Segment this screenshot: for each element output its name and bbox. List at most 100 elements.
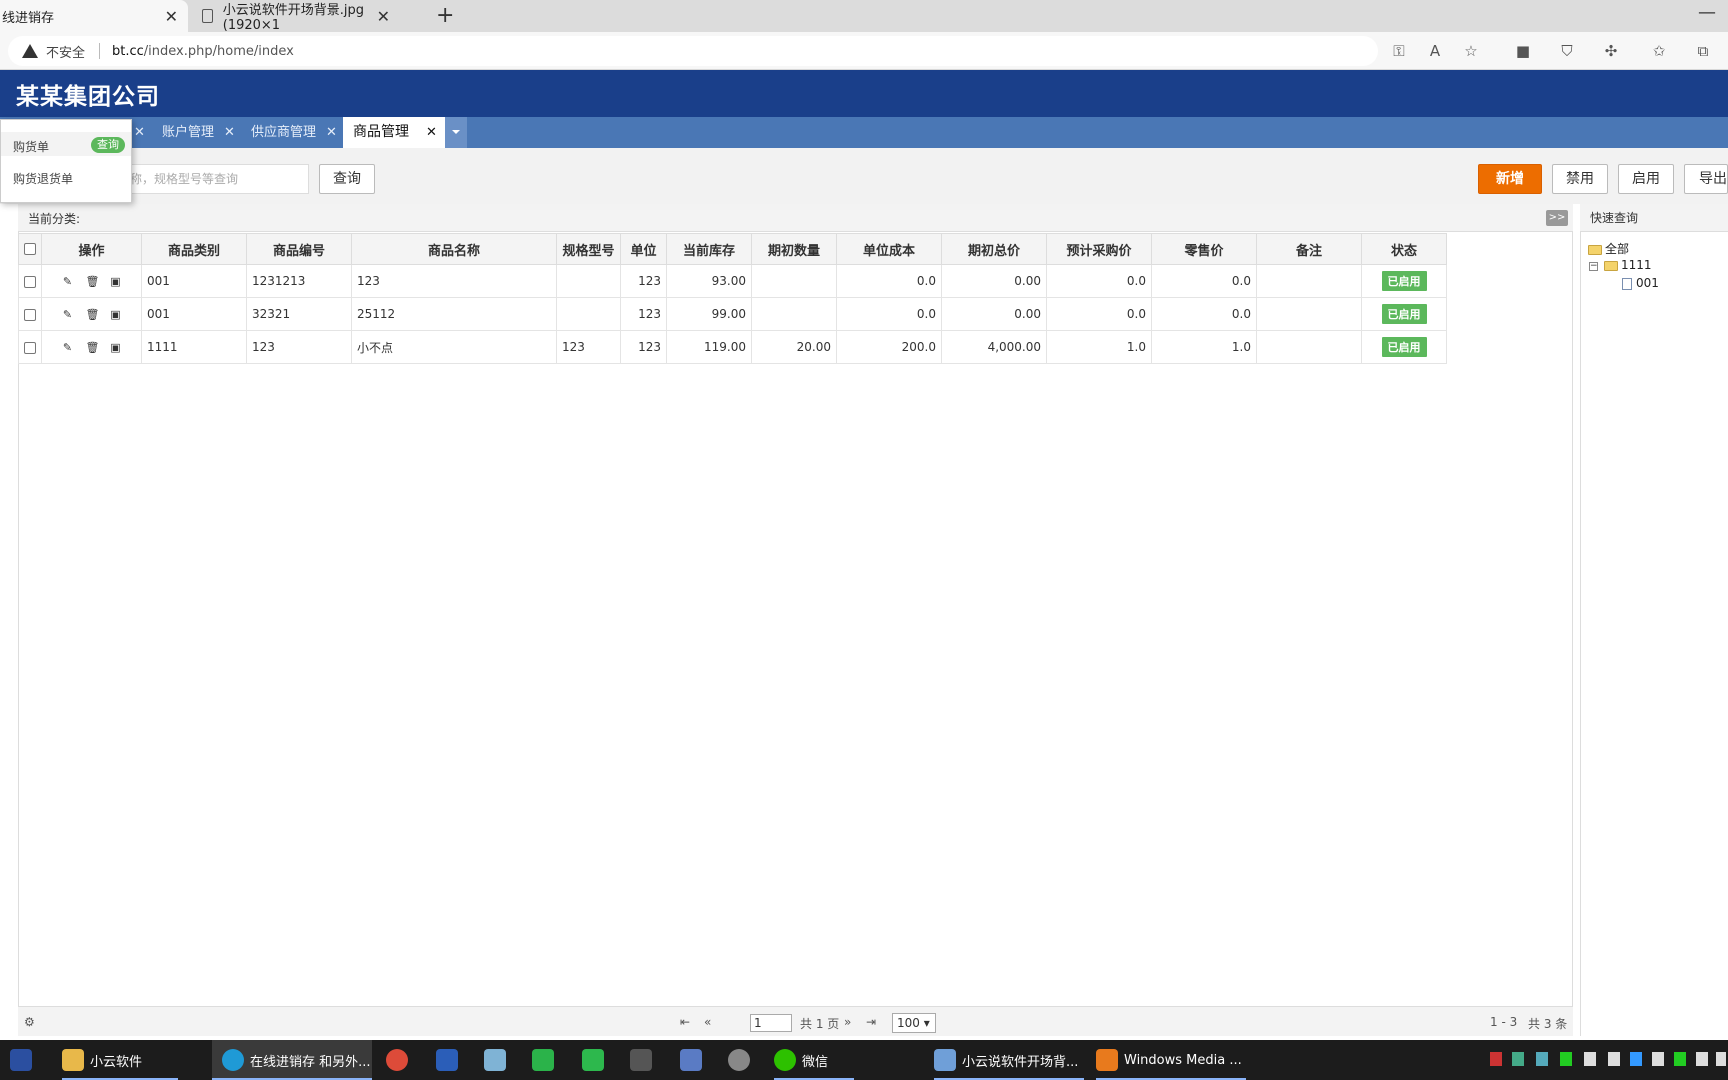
expand-button[interactable]: >>	[1546, 210, 1568, 226]
table-row[interactable]: ✎ 🗑 ▣ 1111 123 小不点 123 123 119.00 20.00 20…	[18, 330, 1447, 364]
notes-icon[interactable]	[484, 1040, 512, 1080]
query-button[interactable]: 查询	[319, 164, 375, 194]
browser-tab-active[interactable]: 线进销存 ✕	[0, 0, 188, 32]
delete-icon[interactable]: 🗑	[86, 275, 100, 288]
table-row[interactable]: ✎ 🗑 ▣ 001 32321 25112 123 99.00 0.0 0.00 0…	[18, 297, 1447, 331]
disable-button[interactable]: 禁用	[1552, 164, 1608, 194]
tab-product[interactable]: 商品管理 ✕	[343, 117, 445, 148]
close-icon[interactable]: ✕	[377, 7, 390, 26]
menu-item-purchase-return[interactable]: 购货退货单	[13, 170, 73, 187]
table-row[interactable]: ✎ 🗑 ▣ 001 1231213 123 123 93.00 0.0 0.00 0…	[18, 264, 1447, 298]
select-all-checkbox[interactable]	[24, 243, 36, 255]
game-icon[interactable]	[728, 1040, 756, 1080]
network-icon[interactable]	[1696, 1052, 1708, 1066]
tray-icon[interactable]	[1652, 1052, 1664, 1066]
tray-icon[interactable]	[1512, 1052, 1524, 1066]
tray-icon[interactable]	[1560, 1052, 1572, 1066]
hbuilder-icon[interactable]	[582, 1040, 610, 1080]
tray-icon[interactable]	[1674, 1052, 1686, 1066]
favorite-add-icon[interactable]: ☆	[1462, 42, 1480, 60]
column-header[interactable]: 备注	[1256, 233, 1362, 265]
computer-icon[interactable]	[680, 1040, 708, 1080]
new-tab-icon[interactable]: +	[436, 3, 454, 28]
taskbar-item[interactable]: 小云说软件开场背...	[934, 1040, 1084, 1080]
favorites-icon[interactable]: ✩	[1650, 42, 1668, 60]
settings-icon[interactable]: ⚙	[24, 1015, 35, 1029]
page-input[interactable]: 1	[750, 1014, 792, 1032]
column-header[interactable]: 单位	[620, 233, 667, 265]
column-header[interactable]: 商品编号	[246, 233, 352, 265]
status-badge[interactable]: 已启用	[1381, 304, 1427, 324]
bluetooth-icon[interactable]	[1630, 1052, 1642, 1066]
taskbar-item[interactable]: Windows Media ...	[1096, 1040, 1246, 1080]
enable-button[interactable]: 启用	[1618, 164, 1674, 194]
image-icon[interactable]: ▣	[110, 341, 122, 354]
edit-icon[interactable]: ✎	[62, 308, 74, 321]
close-icon[interactable]: ✕	[326, 117, 337, 148]
tree-root[interactable]: 全部	[1588, 240, 1629, 257]
collapse-icon[interactable]: −	[1589, 262, 1598, 271]
browser-tab-image[interactable]: 小云说软件开场背景.jpg (1920×1 ✕	[190, 0, 400, 33]
status-badge[interactable]: 已启用	[1381, 337, 1427, 357]
chrome-icon[interactable]	[386, 1040, 414, 1080]
url-field[interactable]: 不安全 bt.cc/index.php/home/index	[8, 36, 1378, 66]
delete-icon[interactable]: 🗑	[86, 341, 100, 354]
column-header[interactable]: 单位成本	[836, 233, 942, 265]
column-header[interactable]: 期初总价	[941, 233, 1047, 265]
tab-close-hidden[interactable]: ✕	[134, 117, 146, 148]
tree-node[interactable]: 1111	[1604, 258, 1652, 272]
powershell-icon[interactable]	[10, 1040, 42, 1080]
column-header[interactable]: 当前库存	[666, 233, 752, 265]
tab-dropdown-icon[interactable]	[445, 117, 467, 148]
taskbar-item[interactable]: 在线进销存 和另外...	[212, 1040, 372, 1080]
next-page-icon[interactable]: »	[844, 1015, 851, 1029]
prev-page-icon[interactable]: «	[704, 1015, 711, 1029]
row-checkbox[interactable]	[24, 275, 36, 288]
volume-icon[interactable]	[1716, 1052, 1726, 1066]
url-text[interactable]: bt.cc/index.php/home/index	[112, 44, 294, 59]
tray-icon[interactable]	[1608, 1052, 1620, 1066]
row-checkbox[interactable]	[24, 308, 36, 321]
edit-icon[interactable]: ✎	[62, 341, 74, 354]
menu-item-purchase-order[interactable]: 购货单	[13, 138, 49, 155]
last-page-icon[interactable]: ⇥	[866, 1015, 876, 1029]
read-aloud-icon[interactable]: A	[1426, 42, 1444, 60]
delete-icon[interactable]: 🗑	[86, 308, 100, 321]
export-button[interactable]: 导出	[1684, 164, 1728, 194]
column-header[interactable]: 零售价	[1151, 233, 1257, 265]
taskbar-item[interactable]: 小云软件	[62, 1040, 178, 1080]
row-checkbox[interactable]	[24, 341, 36, 354]
key-icon[interactable]: ⚿	[1390, 42, 1408, 60]
screenshot-icon[interactable]	[630, 1040, 658, 1080]
collections-icon[interactable]: ⧉	[1694, 42, 1712, 60]
puzzle-icon[interactable]: ✣	[1602, 42, 1620, 60]
image-icon[interactable]: ▣	[110, 308, 122, 321]
extension-icon[interactable]: ■	[1514, 42, 1532, 60]
word-icon[interactable]	[436, 1040, 464, 1080]
close-icon[interactable]: ✕	[426, 117, 437, 148]
query-badge[interactable]: 查询	[91, 137, 125, 153]
tab-supplier[interactable]: 供应商管理 ✕	[251, 117, 339, 148]
add-button[interactable]: 新增	[1478, 164, 1542, 194]
taskbar-item[interactable]: 微信	[774, 1040, 854, 1080]
image-icon[interactable]: ▣	[110, 275, 122, 288]
close-icon[interactable]: ✕	[224, 117, 235, 148]
tray-icon[interactable]	[1584, 1052, 1596, 1066]
page-size-select[interactable]: 100 ▾	[892, 1013, 936, 1033]
edit-icon[interactable]: ✎	[62, 275, 74, 288]
column-header[interactable]: 期初数量	[751, 233, 837, 265]
column-header[interactable]: 预计采购价	[1046, 233, 1152, 265]
column-header[interactable]: 商品类别	[141, 233, 247, 265]
first-page-icon[interactable]: ⇤	[680, 1015, 690, 1029]
shield-icon[interactable]: ⛉	[1558, 42, 1576, 60]
minimize-icon[interactable]: —	[1698, 2, 1716, 23]
search-input[interactable]: 称，规格型号等查询	[125, 164, 309, 194]
insecure-label[interactable]: 不安全	[46, 42, 85, 61]
column-header[interactable]: 规格型号	[556, 233, 621, 265]
status-badge[interactable]: 已启用	[1381, 271, 1427, 291]
arrow-app-icon[interactable]	[532, 1040, 560, 1080]
tray-icon[interactable]	[1490, 1052, 1502, 1066]
column-header[interactable]: 商品名称	[351, 233, 557, 265]
tree-leaf[interactable]: 001	[1622, 276, 1659, 290]
close-icon[interactable]: ✕	[165, 7, 178, 26]
